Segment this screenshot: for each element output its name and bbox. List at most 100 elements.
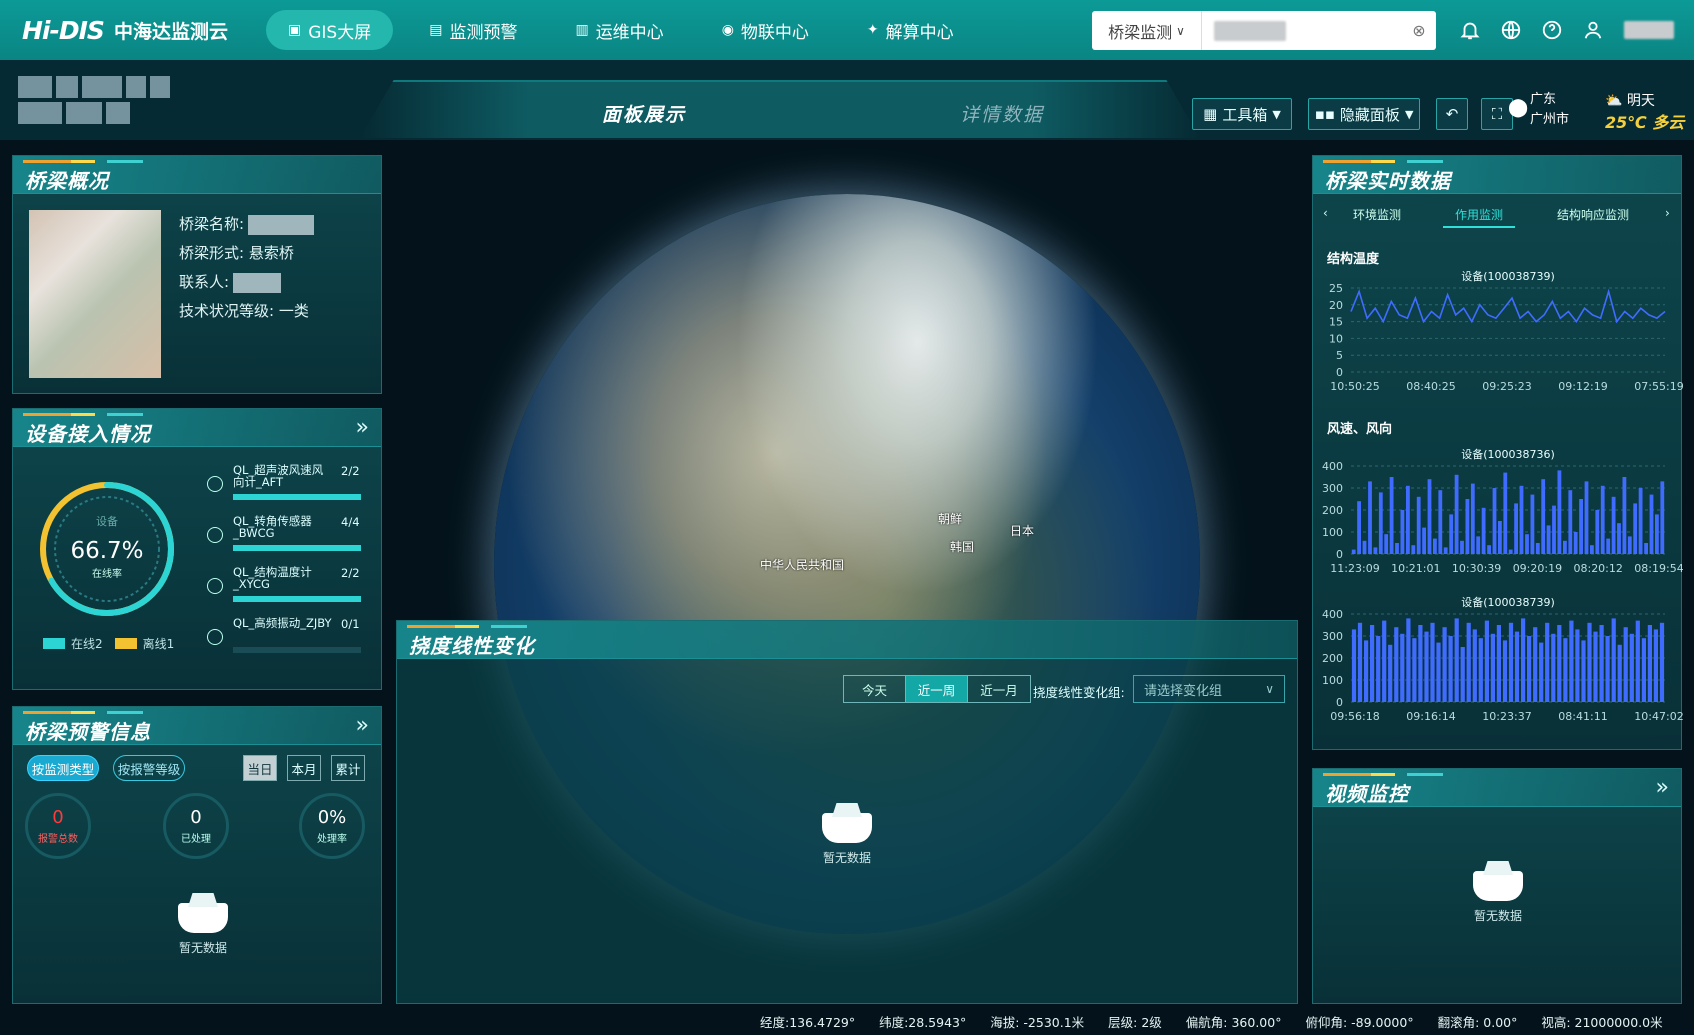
- expand-chevrons-icon[interactable]: »: [1656, 775, 1669, 800]
- status-pitch: 俯仰角: -89.0000°: [1305, 1015, 1414, 1030]
- range-today-button[interactable]: 今天: [844, 676, 906, 702]
- series-name: 设备(100038736): [1461, 447, 1555, 461]
- device-progress: [233, 596, 361, 602]
- hide-panel-button[interactable]: ▪▪ 隐藏面板 ▼: [1308, 98, 1420, 130]
- clock-icon: [207, 578, 223, 594]
- grade-label: 技术状况等级:: [179, 302, 275, 320]
- chevron-right-icon[interactable]: ›: [1665, 206, 1670, 220]
- y-tick-label: 15: [1329, 316, 1343, 329]
- y-tick-label: 300: [1322, 630, 1343, 643]
- location-pin-icon: ⬤: [1508, 97, 1529, 118]
- logo[interactable]: Hi-DIS 中海达监测云: [22, 16, 242, 45]
- bell-icon[interactable]: [1454, 14, 1486, 46]
- bar: [1487, 545, 1491, 554]
- online-rate-ring: 设备 66.7% 在线率: [40, 482, 174, 616]
- series-line: [1350, 288, 1666, 324]
- ring-caption: 设备: [96, 514, 118, 528]
- y-tick-label: 10: [1329, 332, 1343, 345]
- tab-structural-response[interactable]: 结构响应监测: [1557, 206, 1629, 223]
- bar: [1384, 534, 1389, 554]
- bar: [1605, 636, 1610, 702]
- bar: [1449, 514, 1454, 554]
- nav-monitoring-alert[interactable]: ▤ 监测预警: [407, 10, 539, 50]
- bar: [1418, 625, 1423, 702]
- tab-action[interactable]: 作用监测: [1455, 206, 1503, 223]
- range-today-button[interactable]: 当日: [243, 755, 277, 781]
- globe-icon[interactable]: [1495, 14, 1527, 46]
- x-tick-label: 10:50:25: [1330, 380, 1379, 393]
- expand-chevrons-icon[interactable]: »: [356, 415, 369, 440]
- nav-iot[interactable]: ◉ 物联中心: [700, 10, 831, 50]
- bar: [1400, 633, 1405, 702]
- bar: [1573, 532, 1578, 554]
- contact-label: 联系人:: [179, 273, 230, 291]
- bar: [1376, 636, 1381, 702]
- bar: [1378, 492, 1383, 554]
- stat-processed-label: 已处理: [181, 834, 211, 845]
- username-redacted[interactable]: [1624, 21, 1674, 39]
- bar: [1599, 625, 1604, 702]
- bar: [1411, 545, 1416, 554]
- bar: [1503, 472, 1508, 554]
- monitor-icon: ▣: [288, 22, 302, 38]
- search-type-select[interactable]: 桥梁监测 ∨: [1092, 11, 1202, 50]
- range-total-button[interactable]: 累计: [331, 755, 365, 781]
- range-week-button[interactable]: 近一周: [906, 676, 968, 702]
- bar: [1623, 627, 1628, 702]
- bar: [1649, 494, 1654, 554]
- legend-online: 在线2: [71, 637, 103, 651]
- panel-title: 挠度线性变化: [409, 634, 535, 658]
- bar: [1514, 631, 1520, 702]
- bar: [1587, 622, 1592, 702]
- chevron-left-icon[interactable]: ‹: [1323, 206, 1328, 220]
- bridge-name-redacted: [248, 214, 315, 235]
- nav-operations[interactable]: ▥ 运维中心: [553, 10, 685, 50]
- nav-gis-screen[interactable]: ▣ GIS大屏: [266, 10, 394, 50]
- group-select[interactable]: 请选择变化组 ∨: [1133, 675, 1285, 703]
- stat-total-label: 报警总数: [38, 834, 78, 845]
- undo-icon: ↶: [1445, 105, 1459, 123]
- bar: [1389, 477, 1394, 554]
- range-month-button[interactable]: 本月: [287, 755, 321, 781]
- top-icons: [1454, 14, 1674, 46]
- bar: [1541, 479, 1546, 554]
- weather-temp: 25℃: [1605, 113, 1647, 132]
- header-decoration: [23, 711, 143, 714]
- help-icon[interactable]: [1536, 14, 1568, 46]
- bar: [1351, 549, 1356, 554]
- nav-compute[interactable]: ✦ 解算中心: [845, 10, 976, 50]
- clock-icon: [207, 527, 223, 543]
- bar: [1424, 631, 1429, 702]
- search-input[interactable]: [1202, 11, 1402, 50]
- bar: [1454, 474, 1459, 554]
- undo-button[interactable]: ↶: [1436, 98, 1468, 130]
- bar: [1357, 501, 1361, 554]
- contact-redacted: [233, 272, 282, 293]
- x-tick-label: 10:47:02: [1634, 710, 1683, 723]
- range-month-button[interactable]: 近一月: [968, 676, 1030, 702]
- tab-environment[interactable]: 环境监测: [1353, 206, 1401, 223]
- bar: [1552, 505, 1556, 554]
- legend-swatch-offline: [114, 638, 137, 649]
- user-icon[interactable]: [1577, 14, 1609, 46]
- tab-panel-display[interactable]: 面板展示: [602, 100, 686, 127]
- filter-by-level-button[interactable]: 按报警等级: [113, 755, 185, 781]
- bar: [1551, 633, 1556, 702]
- y-tick-label: 20: [1329, 299, 1343, 312]
- expand-chevrons-icon[interactable]: »: [356, 713, 369, 738]
- status-roll: 翻滚角: 0.00°: [1437, 1015, 1518, 1030]
- toolbox-button[interactable]: ▦ 工具箱 ▼: [1192, 98, 1292, 130]
- bar: [1362, 540, 1367, 554]
- bar: [1478, 638, 1483, 702]
- filter-by-type-button[interactable]: 按监测类型: [27, 755, 99, 781]
- tab-detail-data[interactable]: 详情数据: [960, 100, 1044, 127]
- bar: [1472, 629, 1477, 702]
- bar: [1492, 488, 1497, 554]
- bar: [1647, 625, 1652, 702]
- bar: [1539, 642, 1544, 702]
- weather-day: 明天: [1626, 93, 1655, 109]
- bar: [1525, 534, 1529, 554]
- wind-bar-chart-2: 设备(100038739) 0 100 200 300 400 09:56:18 09:16:…: [1322, 595, 1683, 723]
- clear-icon[interactable]: ⊗: [1402, 21, 1436, 40]
- bridge-form-value: 悬索桥: [248, 244, 294, 262]
